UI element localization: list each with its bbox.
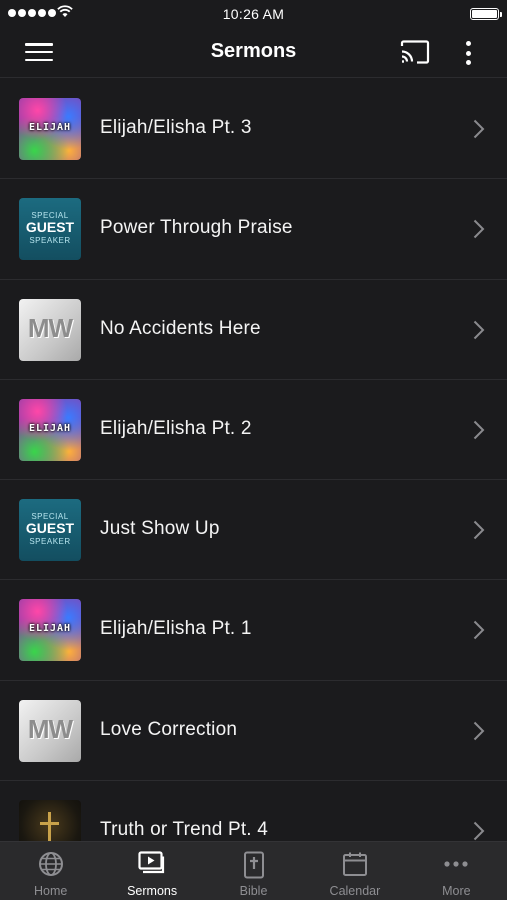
sermon-row[interactable]: MW No Accidents Here [0,279,507,380]
chevron-right-icon [473,821,485,841]
sermon-title: Truth or Trend Pt. 4 [100,819,269,841]
bible-icon [243,851,265,884]
chevron-right-icon [473,721,485,740]
sermon-series-artwork: SPECIAL GUEST SPEAKER [19,198,81,261]
artwork-text: ELIJAH [28,623,72,635]
artwork-text: GUEST [25,219,75,236]
chevron-right-icon [473,520,485,540]
tab-label: Bible [239,884,268,898]
artwork-text: MW [27,312,73,343]
tab-label: Home [34,884,68,898]
sermon-series-artwork: SPECIAL GUEST SPEAKER [19,499,81,562]
sermon-row[interactable]: ELIJAH Elijah/Elisha Pt. 2 [0,379,507,481]
status-time: 10:26 AM [222,6,285,22]
ellipsis-icon [443,851,469,882]
artwork-text: MW [27,713,73,744]
sermon-series-artwork [19,800,81,841]
chevron-right-icon [473,119,485,139]
battery-icon [470,8,502,20]
sermon-row[interactable]: ELIJAH Elijah/Elisha Pt. 3 [0,79,507,180]
calendar-icon [342,851,368,882]
tab-home[interactable]: Home [0,842,101,900]
more-options-icon[interactable] [458,40,478,66]
tab-calendar[interactable]: Calendar [304,842,405,900]
sermon-row[interactable]: SPECIAL GUEST SPEAKER Power Through Prais… [0,179,507,280]
globe-icon [38,851,64,882]
artwork-text: GUEST [25,520,75,537]
video-stack-icon [138,851,166,882]
sermon-series-artwork: MW [19,699,81,762]
status-bar: 10:26 AM [0,0,507,28]
sermon-list: ELIJAH Elijah/Elisha Pt. 3 SPECIAL GUEST … [0,79,507,841]
tab-label: Sermons [127,884,178,898]
sermon-row[interactable]: MW Love Correction [0,680,507,782]
sermon-title: Elijah/Elisha Pt. 3 [100,117,252,138]
sermon-title: Love Correction [100,718,238,740]
artwork-text: SPEAKER [29,236,71,246]
tab-bar: Home Sermons Bible Calendar More [0,841,507,900]
sermon-title: Elijah/Elisha Pt. 1 [100,618,252,640]
chevron-right-icon [473,621,485,640]
chevron-right-icon [473,220,485,239]
sermon-series-artwork: MW [19,298,81,361]
sermon-title: Power Through Praise [100,217,293,239]
tab-bible[interactable]: Bible [203,842,304,900]
navbar: Sermons [0,28,507,78]
tab-sermons[interactable]: Sermons [101,842,202,900]
sermon-title: Just Show Up [100,518,220,540]
chevron-right-icon [473,320,485,339]
tab-more[interactable]: More [406,842,507,900]
cast-icon[interactable] [400,40,430,64]
chevron-right-icon [473,420,485,440]
sermon-series-artwork: ELIJAH [19,599,81,662]
sermon-title: Elijah/Elisha Pt. 2 [100,417,252,439]
artwork-text: SPEAKER [29,537,71,547]
tab-label: Calendar [329,884,381,898]
tab-label: More [442,884,471,898]
sermon-series-artwork: ELIJAH [19,98,81,160]
sermon-title: No Accidents Here [100,317,261,339]
sermon-row[interactable]: Truth or Trend Pt. 4 [0,781,507,841]
artwork-text: ELIJAH [28,122,72,133]
cross-icon [48,812,51,841]
sermon-row[interactable]: SPECIAL GUEST SPEAKER Just Show Up [0,480,507,581]
hamburger-menu-icon[interactable] [25,41,53,63]
page-title: Sermons [210,40,297,62]
artwork-text: ELIJAH [28,422,72,434]
sermon-row[interactable]: ELIJAH Elijah/Elisha Pt. 1 [0,580,507,681]
sermon-series-artwork: ELIJAH [19,398,81,461]
